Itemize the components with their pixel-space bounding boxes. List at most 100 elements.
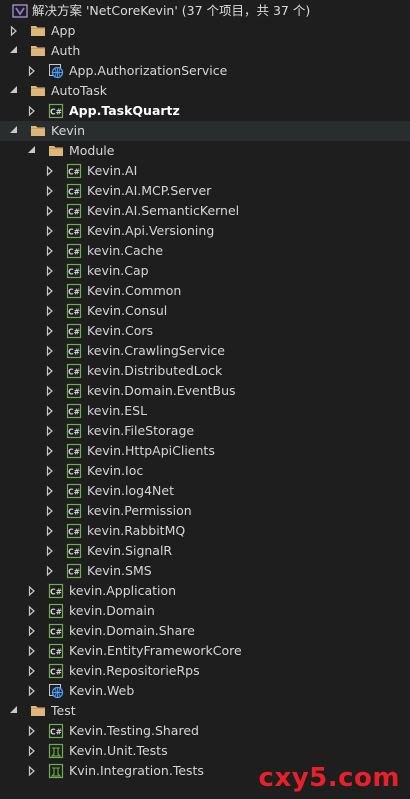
tree-item[interactable]: C# Kevin.Ioc	[0, 461, 410, 481]
collapsed-chevron-icon[interactable]	[45, 261, 55, 281]
collapsed-chevron-icon[interactable]	[45, 281, 55, 301]
collapsed-chevron-icon[interactable]	[45, 561, 55, 581]
tree-item[interactable]: App	[0, 21, 410, 41]
collapsed-chevron-icon[interactable]	[27, 101, 37, 121]
tree-item-label: Kevin.Web	[69, 683, 135, 698]
tree-item[interactable]: C# kevin.Domain.EventBus	[0, 381, 410, 401]
expanded-chevron-icon[interactable]	[27, 141, 37, 161]
collapsed-chevron-icon[interactable]	[27, 601, 37, 621]
expanded-chevron-icon[interactable]	[9, 121, 19, 141]
collapsed-chevron-icon[interactable]	[27, 61, 37, 81]
tree-item[interactable]: AutoTask	[0, 81, 410, 101]
tree-item[interactable]: C# Kevin.Testing.Shared	[0, 721, 410, 741]
tree-item[interactable]: C# kevin.RabbitMQ	[0, 521, 410, 541]
collapsed-chevron-icon[interactable]	[45, 381, 55, 401]
collapsed-chevron-icon[interactable]	[27, 641, 37, 661]
collapsed-chevron-icon[interactable]	[45, 441, 55, 461]
tree-item[interactable]: Kevin	[0, 121, 410, 141]
collapsed-chevron-icon[interactable]	[45, 341, 55, 361]
tree-item[interactable]: C# Kevin.SignalR	[0, 541, 410, 561]
svg-text:C#: C#	[68, 188, 80, 197]
tree-item-label: kevin.Domain	[69, 603, 155, 618]
svg-text:C#: C#	[68, 228, 80, 237]
collapsed-chevron-icon[interactable]	[45, 401, 55, 421]
tree-item[interactable]: Module	[0, 141, 410, 161]
tree-item-label: Kevin	[51, 123, 86, 138]
tree-item[interactable]: C# kevin.Permission	[0, 501, 410, 521]
collapsed-chevron-icon[interactable]	[27, 721, 37, 741]
collapsed-chevron-icon[interactable]	[27, 741, 37, 761]
svg-text:C#: C#	[68, 528, 80, 537]
tree-item[interactable]: Kevin.Unit.Tests	[0, 741, 410, 761]
tree-item[interactable]: C# kevin.FileStorage	[0, 421, 410, 441]
collapsed-chevron-icon[interactable]	[45, 421, 55, 441]
expanded-chevron-icon[interactable]	[9, 701, 19, 721]
tree-item[interactable]: Kevin.Web	[0, 681, 410, 701]
collapsed-chevron-icon[interactable]	[45, 361, 55, 381]
tree-item[interactable]: C# kevin.Cap	[0, 261, 410, 281]
collapsed-chevron-icon[interactable]	[27, 761, 37, 781]
collapsed-chevron-icon[interactable]	[45, 161, 55, 181]
tree-item-label: Module	[69, 143, 115, 158]
tree-item[interactable]: C# kevin.RepositorieRps	[0, 661, 410, 681]
csharp-project-icon: C#	[66, 483, 82, 499]
csharp-project-icon: C#	[48, 663, 64, 679]
csharp-project-icon: C#	[66, 543, 82, 559]
tree-item[interactable]: C# kevin.ESL	[0, 401, 410, 421]
collapsed-chevron-icon[interactable]	[45, 201, 55, 221]
expanded-chevron-icon[interactable]	[9, 81, 19, 101]
tree-item[interactable]: C# kevin.DistributedLock	[0, 361, 410, 381]
tree-item[interactable]: App.AuthorizationService	[0, 61, 410, 81]
tree-item[interactable]: C# Kevin.HttpApiClients	[0, 441, 410, 461]
tree-item[interactable]: C# Kevin.Common	[0, 281, 410, 301]
tree-item[interactable]: C# kevin.CrawlingService	[0, 341, 410, 361]
tree-item[interactable]: C# kevin.Domain	[0, 601, 410, 621]
tree-item[interactable]: C# kevin.Domain.Share	[0, 621, 410, 641]
tree-item[interactable]: C# kevin.Application	[0, 581, 410, 601]
svg-text:C#: C#	[68, 268, 80, 277]
web-project-icon	[48, 683, 64, 699]
tree-item[interactable]: C# Kevin.AI.MCP.Server	[0, 181, 410, 201]
folder-icon	[30, 703, 46, 719]
tree-item[interactable]: C# Kevin.Api.Versioning	[0, 221, 410, 241]
collapsed-chevron-icon[interactable]	[27, 621, 37, 641]
collapsed-chevron-icon[interactable]	[45, 521, 55, 541]
collapsed-chevron-icon[interactable]	[45, 481, 55, 501]
csharp-project-icon: C#	[66, 203, 82, 219]
tree-item-label: Kevin.Ioc	[87, 463, 144, 478]
tree-item[interactable]: C# Kevin.SMS	[0, 561, 410, 581]
tree-item[interactable]: C# Kevin.Consul	[0, 301, 410, 321]
collapsed-chevron-icon[interactable]	[45, 541, 55, 561]
collapsed-chevron-icon[interactable]	[45, 221, 55, 241]
csharp-project-icon: C#	[66, 163, 82, 179]
collapsed-chevron-icon[interactable]	[45, 501, 55, 521]
tree-item-label: App.TaskQuartz	[69, 103, 180, 118]
tree-item[interactable]: C# Kevin.EntityFrameworkCore	[0, 641, 410, 661]
tree-item[interactable]: C# Kevin.log4Net	[0, 481, 410, 501]
collapsed-chevron-icon[interactable]	[9, 21, 19, 41]
svg-text:C#: C#	[68, 388, 80, 397]
tree-item[interactable]: Test	[0, 701, 410, 721]
expanded-chevron-icon[interactable]	[9, 41, 19, 61]
svg-text:C#: C#	[50, 728, 62, 737]
tree-item[interactable]: C# kevin.Cache	[0, 241, 410, 261]
collapsed-chevron-icon[interactable]	[45, 181, 55, 201]
collapsed-chevron-icon[interactable]	[45, 461, 55, 481]
collapsed-chevron-icon[interactable]	[27, 661, 37, 681]
collapsed-chevron-icon[interactable]	[27, 581, 37, 601]
svg-text:C#: C#	[68, 448, 80, 457]
csharp-project-icon: C#	[48, 723, 64, 739]
collapsed-chevron-icon[interactable]	[45, 301, 55, 321]
tree-item[interactable]: C# App.TaskQuartz	[0, 101, 410, 121]
tree-item-label: Kevin.log4Net	[87, 483, 174, 498]
tree-item[interactable]: C# Kevin.AI.SemanticKernel	[0, 201, 410, 221]
folder-icon	[30, 23, 46, 39]
tree-item[interactable]: Auth	[0, 41, 410, 61]
tree-item[interactable]: C# Kevin.AI	[0, 161, 410, 181]
collapsed-chevron-icon[interactable]	[45, 241, 55, 261]
collapsed-chevron-icon[interactable]	[27, 681, 37, 701]
tree-item-label: AutoTask	[51, 83, 107, 98]
tree-item[interactable]: C# Kevin.Cors	[0, 321, 410, 341]
collapsed-chevron-icon[interactable]	[45, 321, 55, 341]
solution-root-row[interactable]: 解决方案 'NetCoreKevin' (37 个项目，共 37 个)	[0, 1, 410, 21]
